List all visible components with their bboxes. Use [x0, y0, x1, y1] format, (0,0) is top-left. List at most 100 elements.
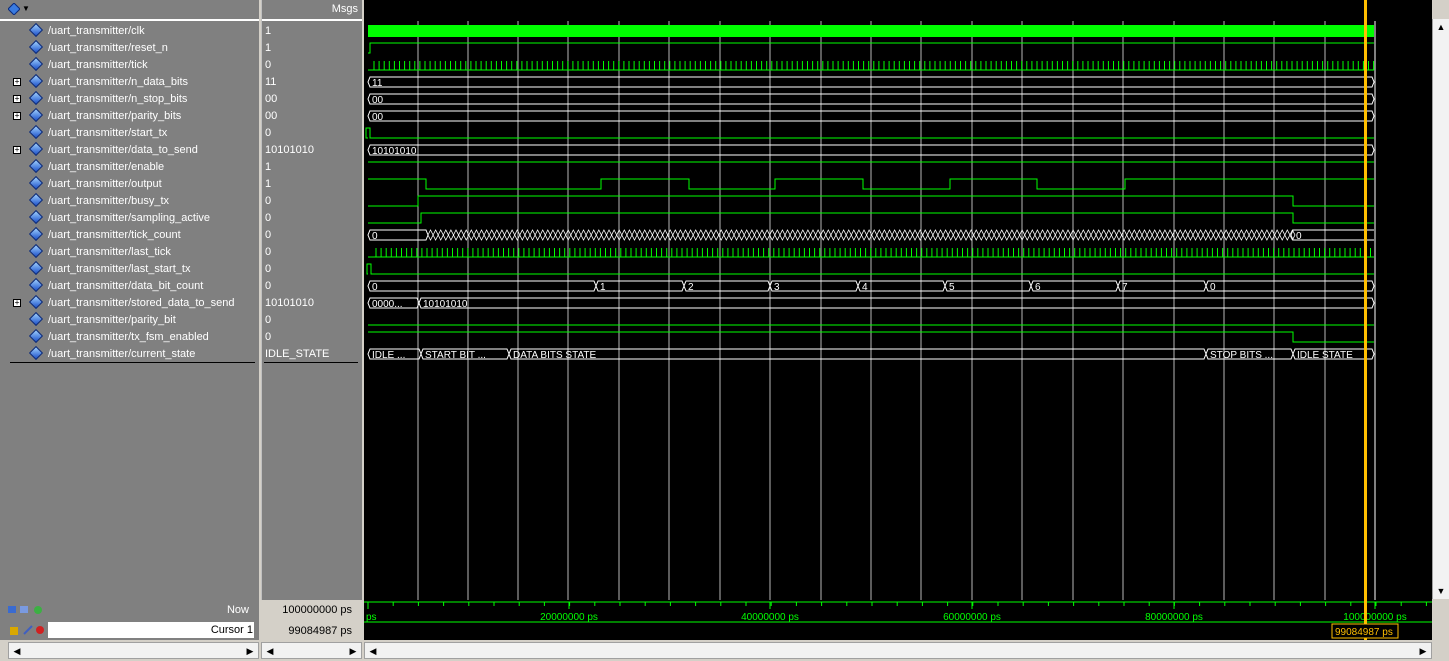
signal-diamond-icon: [28, 39, 44, 55]
signal-name[interactable]: /uart_transmitter/clk: [48, 25, 145, 37]
signal-name[interactable]: /uart_transmitter/last_tick: [48, 246, 171, 258]
tick-count-transition: [922, 229, 929, 241]
tick-count-transition: [555, 229, 562, 241]
signal-row[interactable]: /uart_transmitter/sampling_active: [0, 209, 259, 227]
expand-icon[interactable]: +: [13, 78, 21, 86]
now-label: Now: [226, 604, 249, 616]
tick-count-transition: [881, 229, 888, 241]
signal-row[interactable]: /uart_transmitter/clk: [0, 22, 259, 40]
tick-count-transition: [1161, 229, 1168, 241]
timeline-ruler[interactable]: ps 20000000 ps 40000000 ps 60000000 ps 80000…: [364, 600, 1432, 640]
tick-count-transition: [759, 229, 766, 241]
signal-diamond-icon: [28, 294, 44, 310]
signal-name[interactable]: /uart_transmitter/n_stop_bits: [48, 93, 187, 105]
tick-count-transition: [764, 229, 771, 241]
toolbar-diamond-icon[interactable]: [7, 2, 21, 16]
scroll-up-icon[interactable]: ▲: [1435, 21, 1447, 33]
signal-row[interactable]: /uart_transmitter/tick: [0, 56, 259, 74]
signal-row[interactable]: /uart_transmitter/last_start_tx: [0, 260, 259, 278]
tick-count-transition: [1238, 229, 1245, 241]
signal-name[interactable]: /uart_transmitter/data_to_send: [48, 144, 198, 156]
value-row: 10101010: [262, 142, 362, 159]
signal-row[interactable]: /uart_transmitter/current_state: [0, 345, 259, 363]
signal-name[interactable]: /uart_transmitter/tick_count: [48, 229, 181, 241]
expand-icon[interactable]: +: [13, 112, 21, 120]
signal-name[interactable]: /uart_transmitter/stored_data_to_send: [48, 297, 235, 309]
scroll-right-icon[interactable]: ▶: [1417, 645, 1429, 657]
signal-name[interactable]: /uart_transmitter/tick: [48, 59, 148, 71]
scroll-left-icon[interactable]: ◀: [367, 645, 379, 657]
value-row: 1: [262, 40, 362, 57]
signal-name[interactable]: /uart_transmitter/last_start_tx: [48, 263, 190, 275]
signal-name[interactable]: /uart_transmitter/tx_fsm_enabled: [48, 331, 209, 343]
signal-row[interactable]: /uart_transmitter/enable: [0, 158, 259, 176]
cursor-icons[interactable]: [10, 624, 46, 639]
tick-count-transition: [774, 229, 781, 241]
signal-name[interactable]: /uart_transmitter/parity_bit: [48, 314, 176, 326]
signal-value: 1: [265, 178, 272, 190]
dropdown-arrow-icon[interactable]: ▼: [22, 4, 30, 13]
scroll-down-icon[interactable]: ▼: [1435, 585, 1447, 597]
timeline-canvas[interactable]: ps 20000000 ps 40000000 ps 60000000 ps 80000…: [364, 600, 1432, 640]
signal-name[interactable]: /uart_transmitter/parity_bits: [48, 110, 181, 122]
signal-diamond-icon: [28, 311, 44, 327]
signal-row[interactable]: /uart_transmitter/last_tick: [0, 243, 259, 261]
signal-row[interactable]: /uart_transmitter/busy_tx: [0, 192, 259, 210]
signal-row[interactable]: + /uart_transmitter/parity_bits: [0, 107, 259, 125]
signal-row[interactable]: /uart_transmitter/data_bit_count: [0, 277, 259, 295]
signal-row[interactable]: + /uart_transmitter/n_stop_bits: [0, 90, 259, 108]
signal-name[interactable]: /uart_transmitter/n_data_bits: [48, 76, 188, 88]
expand-icon[interactable]: +: [13, 95, 21, 103]
expand-icon[interactable]: +: [13, 146, 21, 154]
waveform-canvas[interactable]: 110000101010100 00 1 2 3 4 5 6 7 00000... 10101010…: [364, 0, 1432, 600]
scroll-right-icon[interactable]: ▶: [347, 645, 359, 657]
signal-row[interactable]: /uart_transmitter/output: [0, 175, 259, 193]
signal-value: 0: [265, 212, 272, 224]
signal-diamond-icon: [28, 192, 44, 208]
tick-count-segment: [1290, 229, 1374, 241]
signal-row[interactable]: /uart_transmitter/tx_fsm_enabled: [0, 328, 259, 346]
scroll-left-icon[interactable]: ◀: [264, 645, 276, 657]
tick-count-transition: [1029, 229, 1036, 241]
signal-name[interactable]: /uart_transmitter/busy_tx: [48, 195, 169, 207]
values-hscrollbar[interactable]: ◀ ▶: [261, 642, 362, 659]
names-hscrollbar[interactable]: ◀ ▶: [8, 642, 259, 659]
signal-name[interactable]: /uart_transmitter/output: [48, 178, 162, 190]
signal-row[interactable]: /uart_transmitter/tick_count: [0, 226, 259, 244]
tick-count-transition: [1141, 229, 1148, 241]
tick-count-transition: [713, 229, 720, 241]
toolbar-icons[interactable]: [8, 604, 48, 619]
signal-row[interactable]: /uart_transmitter/parity_bit: [0, 311, 259, 329]
signal-name[interactable]: /uart_transmitter/data_bit_count: [48, 280, 203, 292]
tick-count-transition: [626, 229, 633, 241]
signal-diamond-icon: [28, 243, 44, 259]
value-row: 00: [262, 91, 362, 108]
expand-icon[interactable]: +: [13, 299, 21, 307]
signal-row[interactable]: + /uart_transmitter/n_data_bits: [0, 73, 259, 91]
tick-count-transition: [575, 229, 582, 241]
signal-row[interactable]: + /uart_transmitter/stored_data_to_send: [0, 294, 259, 312]
tick-count-transition: [692, 229, 699, 241]
tick-count-transition: [1008, 229, 1015, 241]
value-row: 0: [262, 312, 362, 329]
signal-name[interactable]: /uart_transmitter/sampling_active: [48, 212, 210, 224]
tick-count-transition: [968, 229, 975, 241]
cursor-line: [1364, 0, 1367, 600]
tick-count-transition: [600, 229, 607, 241]
signal-row[interactable]: /uart_transmitter/start_tx: [0, 124, 259, 142]
data-bit-count-bus-label: 0: [372, 282, 378, 293]
signal-name[interactable]: /uart_transmitter/enable: [48, 161, 164, 173]
wave-hscrollbar[interactable]: ◀ ▶: [364, 642, 1432, 659]
waveform-pane[interactable]: 11 00 00 10101010 0 0 0 1 2 3 4 5 6 7 0 0000... 10101010…: [364, 0, 1432, 600]
scroll-right-icon[interactable]: ▶: [244, 645, 256, 657]
vertical-scrollbar[interactable]: ▲ ▼: [1432, 19, 1449, 599]
tick-count-transition: [1075, 229, 1082, 241]
signal-name[interactable]: /uart_transmitter/start_tx: [48, 127, 167, 139]
signal-name[interactable]: /uart_transmitter/current_state: [48, 348, 195, 360]
signal-name[interactable]: /uart_transmitter/reset_n: [48, 42, 168, 54]
signal-row[interactable]: + /uart_transmitter/data_to_send: [0, 141, 259, 159]
scroll-left-icon[interactable]: ◀: [11, 645, 23, 657]
signal-row[interactable]: /uart_transmitter/reset_n: [0, 39, 259, 57]
tick-count-transition: [1059, 229, 1066, 241]
tick-count-transition: [570, 229, 577, 241]
